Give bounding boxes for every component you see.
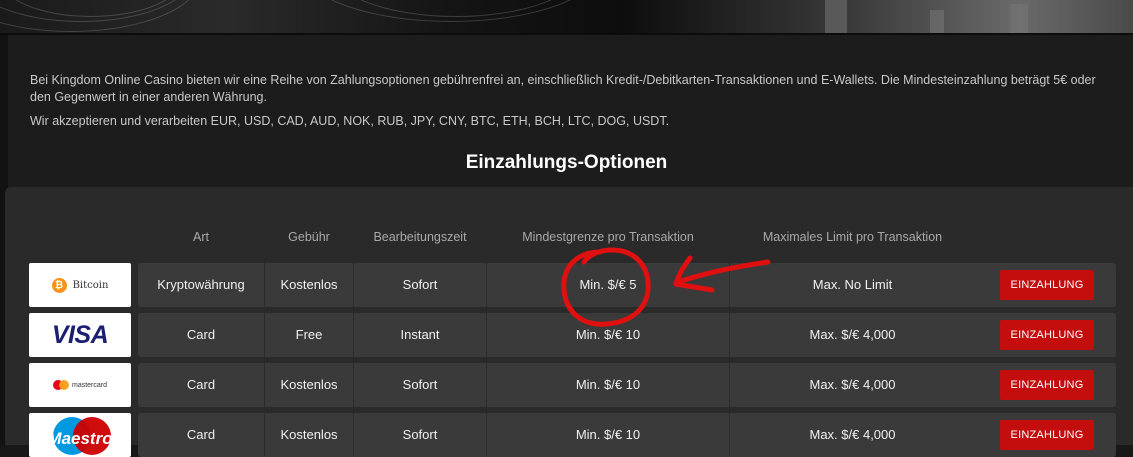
intro-paragraph-fees: Bei Kingdom Online Casino bieten wir ein… — [30, 73, 1096, 104]
cell-min-limit: Min. $/€ 10 — [575, 377, 641, 392]
cell-fee: Kostenlos — [280, 377, 338, 392]
cell-processing-time: Sofort — [402, 377, 438, 392]
cell-max-limit: Max. $/€ 4,000 — [809, 377, 896, 392]
table-row: Maestro Card Kostenlos Sofort Min. $/€ 1… — [0, 413, 1133, 457]
bitcoin-logo-text: Bitcoin — [72, 279, 109, 291]
deposit-button[interactable]: EINZAHLUNG — [1000, 370, 1094, 400]
header-max-limit: Maximales Limit pro Transaktion — [762, 230, 943, 244]
intro-text: Bei Kingdom Online Casino bieten wir ein… — [30, 72, 1115, 130]
intro-paragraph-currencies: Wir akzeptieren und verarbeiten EUR, USD… — [30, 114, 670, 128]
maestro-logo-text: Maestro — [47, 429, 113, 448]
mastercard-logo-text: mastercard — [71, 381, 107, 389]
cell-min-limit: Min. $/€ 5 — [579, 277, 637, 292]
section-title: Einzahlungs-Optionen — [465, 152, 668, 173]
cell-type: Card — [186, 377, 216, 392]
cell-processing-time: Sofort — [402, 427, 438, 442]
cell-max-limit: Max. $/€ 4,000 — [809, 327, 896, 342]
cell-processing-time: Instant — [400, 327, 440, 342]
cell-min-limit: Min. $/€ 10 — [575, 327, 641, 342]
cell-fee: Kostenlos — [280, 427, 338, 442]
header-type: Art — [193, 230, 209, 244]
table-row: VISA Card Free Instant Min. $/€ 10 Max. … — [0, 313, 1133, 357]
mastercard-logo: mastercard — [29, 363, 131, 407]
table-row: ₿ Bitcoin Kryptowährung Kostenlos Sofort… — [0, 263, 1133, 307]
bitcoin-logo: ₿ Bitcoin — [29, 263, 131, 307]
deposit-button[interactable]: EINZAHLUNG — [1000, 320, 1094, 350]
cell-fee: Free — [295, 327, 323, 342]
visa-logo-text: VISA — [51, 320, 109, 349]
header-processing-time: Bearbeitungszeit — [373, 230, 467, 244]
cell-min-limit: Min. $/€ 10 — [575, 427, 641, 442]
cell-max-limit: Max. $/€ 4,000 — [809, 427, 896, 442]
maestro-logo: Maestro — [29, 413, 131, 457]
header-fee: Gebühr — [288, 230, 330, 244]
cell-processing-time: Sofort — [402, 277, 438, 292]
bitcoin-icon: ₿ — [51, 277, 67, 293]
cell-type: Kryptowährung — [157, 277, 245, 292]
visa-logo: VISA — [29, 313, 131, 357]
cell-fee: Kostenlos — [280, 277, 338, 292]
cell-type: Card — [186, 327, 216, 342]
cell-max-limit: Max. No Limit — [812, 277, 893, 292]
deposit-button[interactable]: EINZAHLUNG — [1000, 420, 1094, 450]
cell-type: Card — [186, 427, 216, 442]
deposit-button[interactable]: EINZAHLUNG — [1000, 270, 1094, 300]
hero-banner-image — [0, 0, 1133, 33]
table-row: mastercard Card Kostenlos Sofort Min. $/… — [0, 363, 1133, 407]
header-min-limit: Mindestgrenze pro Transaktion — [522, 230, 694, 244]
mastercard-circles-icon — [52, 380, 69, 390]
